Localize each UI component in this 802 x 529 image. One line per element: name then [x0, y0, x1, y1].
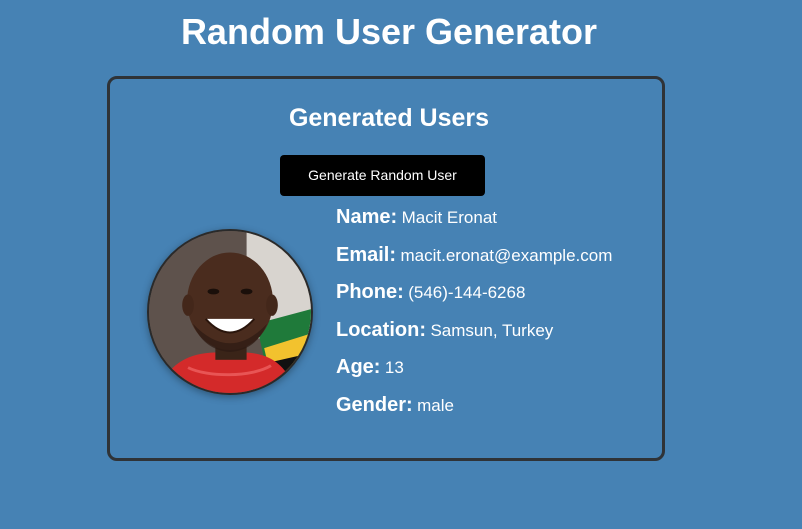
location-row: Location: Samsun, Turkey: [336, 319, 612, 357]
name-label: Name:: [336, 206, 398, 228]
email-value: macit.eronat@example.com: [400, 245, 613, 265]
email-row: Email: macit.eronat@example.com: [336, 244, 612, 282]
gender-label: Gender:: [336, 393, 413, 416]
avatar: [147, 229, 313, 395]
gender-value: male: [417, 395, 454, 415]
card-title: Generated Users: [288, 104, 490, 132]
user-photo-icon: [149, 231, 311, 393]
age-row: Age: 13: [336, 356, 612, 394]
generate-random-user-button[interactable]: Generate Random User: [280, 155, 485, 196]
page-title: Random User Generator: [180, 11, 598, 52]
email-label: Email:: [336, 243, 397, 266]
user-card: Generated Users Generate Random User Nam…: [107, 76, 665, 461]
phone-value: (546)-144-6268: [408, 283, 526, 302]
location-value: Samsun, Turkey: [430, 320, 554, 340]
location-label: Location:: [336, 318, 426, 341]
user-info: Name: Macit Eronat Email: macit.eronat@e…: [336, 206, 612, 431]
name-value: Macit Eronat: [401, 208, 498, 227]
age-value: 13: [384, 358, 404, 377]
phone-row: Phone: (546)-144-6268: [336, 281, 612, 319]
name-row: Name: Macit Eronat: [336, 206, 612, 244]
phone-label: Phone:: [336, 281, 404, 303]
age-label: Age:: [336, 356, 381, 378]
gender-row: Gender: male: [336, 394, 612, 432]
